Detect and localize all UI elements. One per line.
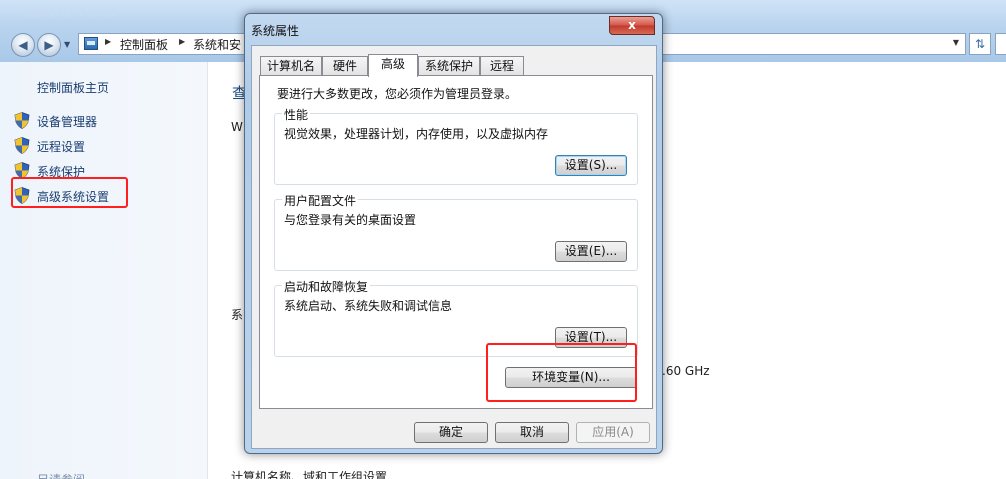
sidebar-item-label: 远程设置 [37,140,86,154]
sidebar-item-label: 设备管理器 [37,115,98,129]
group-description: 系统启动、系统失败和调试信息 [284,299,453,313]
back-button[interactable]: ◀ [11,33,35,57]
tasks-sidebar: 控制面板主页 设备管理器 远程设置 系统保护 高级系统设置 [0,62,208,479]
refresh-icon[interactable]: ⇅ [969,33,991,55]
shield-icon [14,137,30,154]
search-input[interactable] [995,33,1006,55]
tab-system-protection[interactable]: 系统保护 [418,56,480,76]
windows-edition-fragment: W [231,120,243,134]
breadcrumb-separator-icon[interactable]: ▶ [179,37,185,46]
group-title: 用户配置文件 [282,192,359,209]
computer-name-section-heading: 计算机名称、域和工作组设置 [231,470,388,479]
apply-button[interactable]: 应用(A) [576,422,650,443]
processor-speed-text: .60 GHz [662,364,710,378]
tab-remote[interactable]: 远程 [480,56,524,76]
breadcrumb-separator-icon[interactable]: ▶ [105,37,111,46]
performance-group: 性能 视觉效果，处理器计划，内存使用，以及虚拟内存 设置(S)... [274,106,638,185]
close-button[interactable]: x [609,16,655,35]
control-panel-icon [84,37,98,50]
group-description: 视觉效果，处理器计划，内存使用，以及虚拟内存 [284,127,549,141]
group-description: 与您登录有关的桌面设置 [284,213,417,227]
close-icon: x [628,18,636,32]
breadcrumb-system-security[interactable]: 系统和安 [193,36,241,53]
cancel-button[interactable]: 取消 [495,422,569,443]
annotation-highlight-box [486,343,637,402]
shield-icon [14,112,30,129]
tab-advanced[interactable]: 高级 [368,54,418,77]
recent-pages-dropdown-icon[interactable]: ▼ [64,40,70,49]
performance-settings-button[interactable]: 设置(S)... [555,155,627,176]
group-title: 启动和故障恢复 [282,278,371,295]
dialog-title: 系统属性 [251,24,300,38]
address-dropdown-icon[interactable]: ▼ [953,38,959,47]
control-panel-home-link[interactable]: 控制面板主页 [37,79,109,96]
breadcrumb-control-panel[interactable]: 控制面板 [120,36,168,53]
user-profiles-settings-button[interactable]: 设置(E)... [555,241,627,262]
admin-notice: 要进行大多数更改，您必须作为管理员登录。 [277,87,518,101]
forward-button[interactable]: ▶ [37,33,61,57]
user-profiles-group: 用户配置文件 与您登录有关的桌面设置 设置(E)... [274,192,638,271]
system-section-fragment: 系 [231,308,244,322]
see-also-heading: 另请参阅 [37,471,85,479]
tab-hardware[interactable]: 硬件 [322,56,368,76]
ok-button[interactable]: 确定 [414,422,488,443]
group-title: 性能 [282,106,311,123]
tab-computer-name[interactable]: 计算机名 [260,56,322,76]
window-title: Control Panel [24,6,117,20]
annotation-highlight-box [11,177,128,208]
